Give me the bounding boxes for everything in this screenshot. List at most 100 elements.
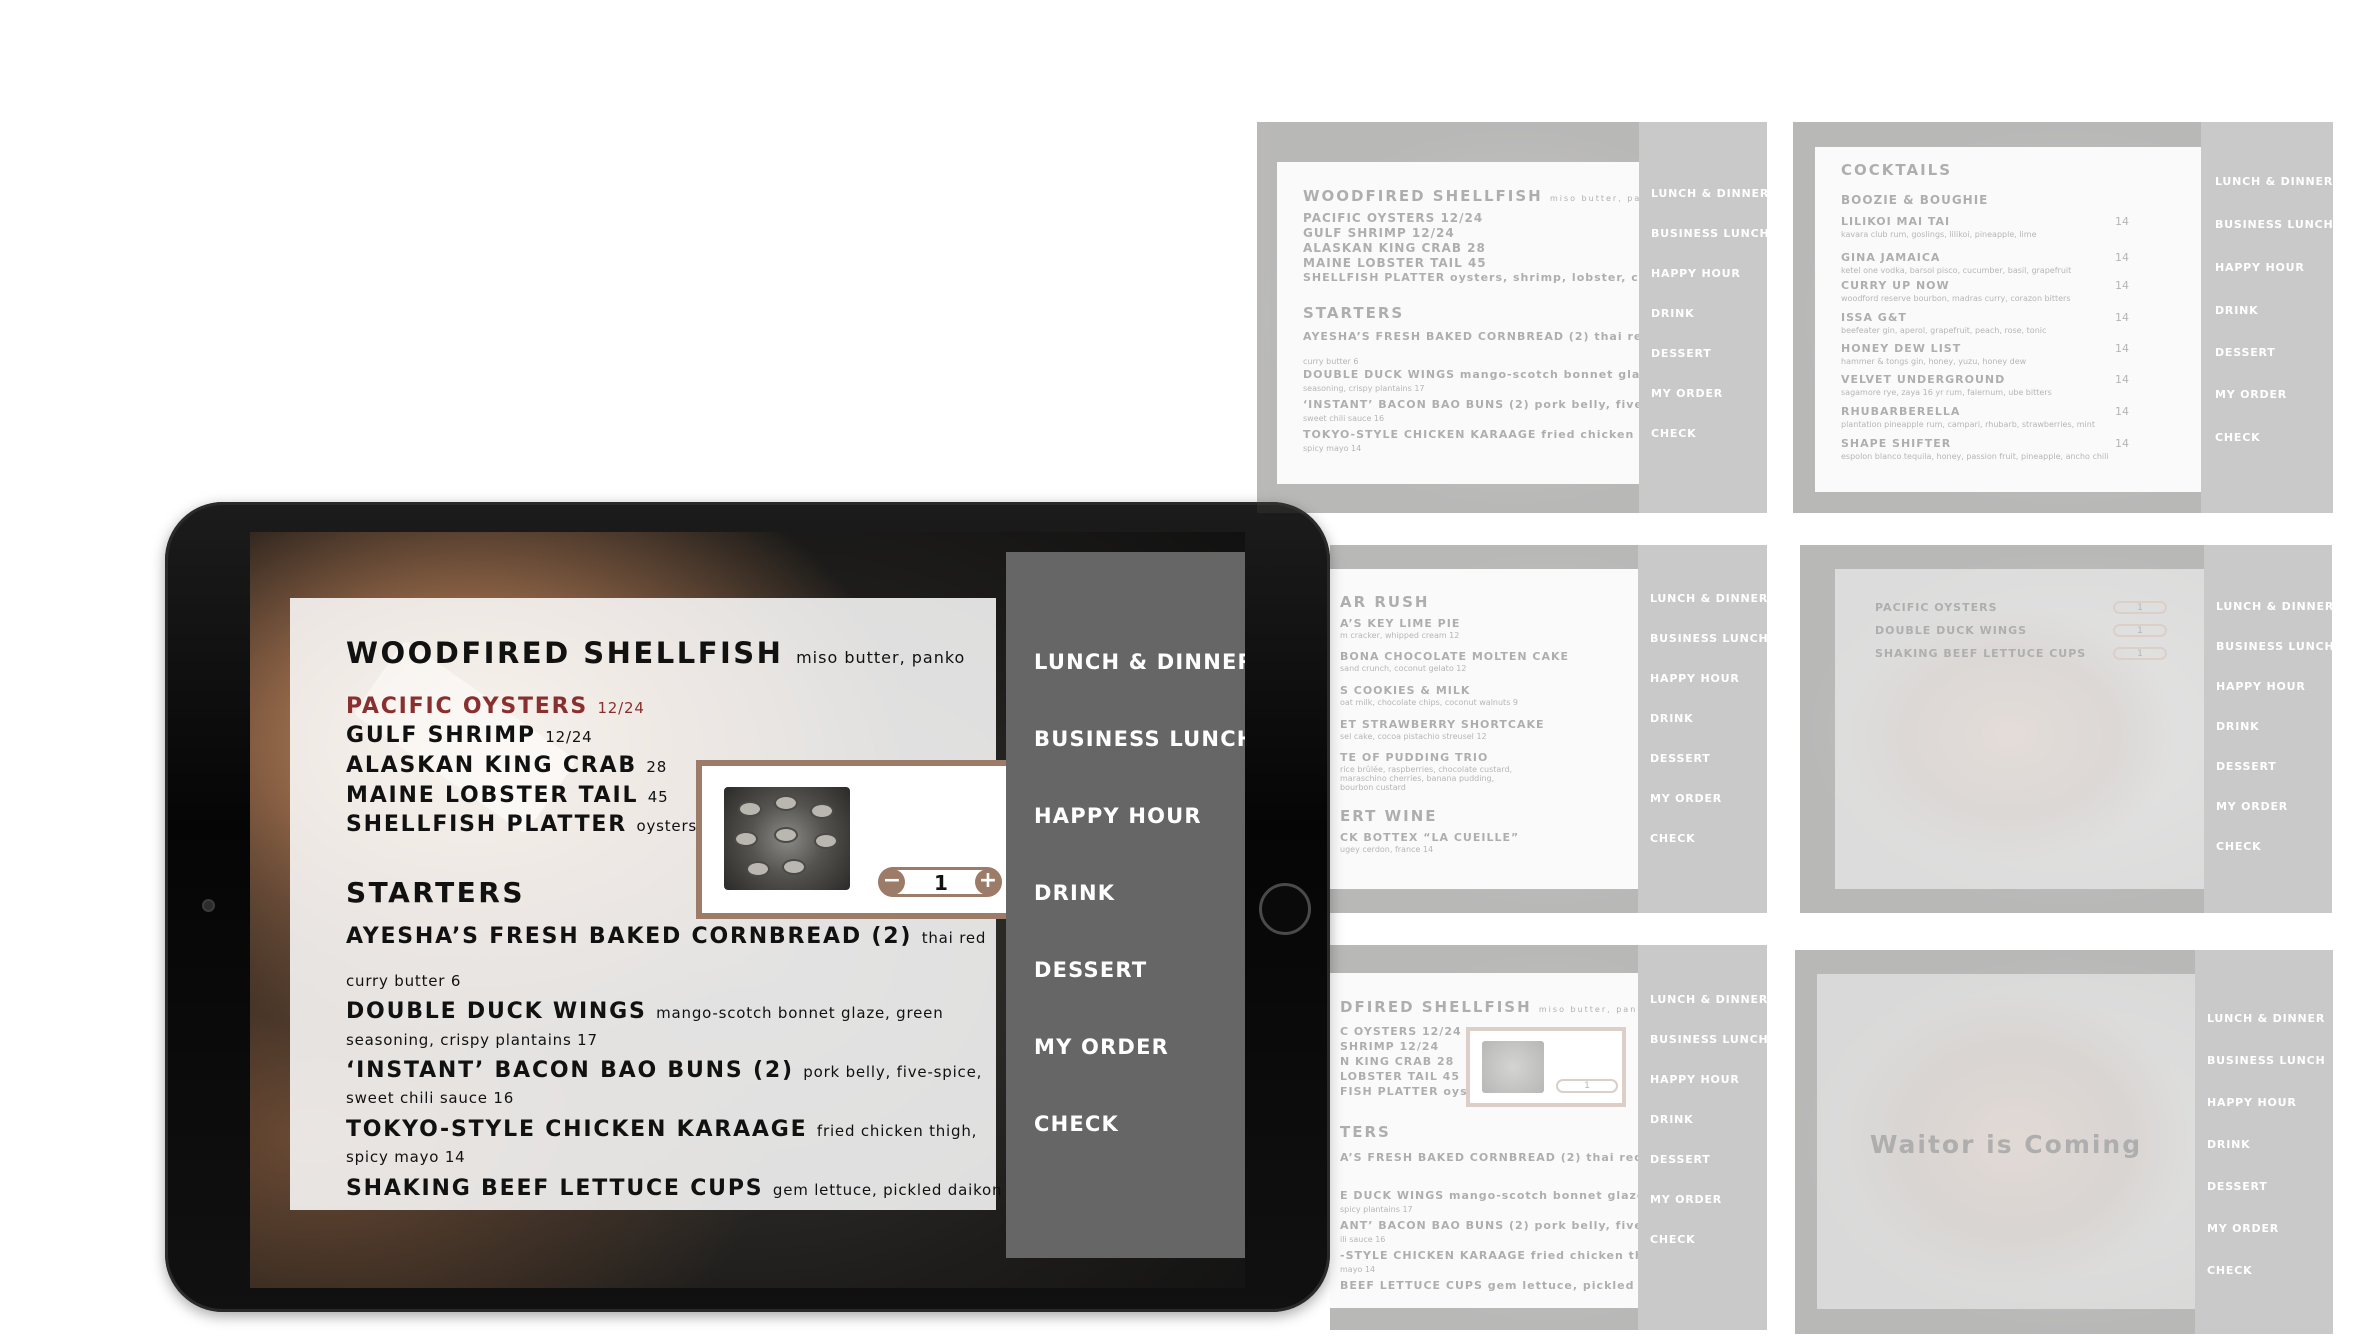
quantity-value: 1 (934, 871, 948, 895)
thumb-item: ‘INSTANT’ BACON BAO BUNS (2) pork belly,… (1303, 398, 1691, 411)
thumb-nav-item: BUSINESS LUNCH (1651, 227, 1767, 240)
thumb-item: CURRY UP NOW (1841, 279, 1950, 292)
menu-item-king-crab[interactable]: ALASKAN KING CRAB 28 (346, 753, 667, 778)
menu-item-gulf-shrimp[interactable]: GULF SHRIMP 12/24 (346, 723, 593, 748)
thumb-desc: seasoning, crispy plantains 17 (1303, 384, 1425, 393)
front-camera (202, 899, 215, 912)
nav-check[interactable]: CHECK (1034, 1112, 1119, 1136)
thumb-item: -STYLE CHICKEN KARAAGE fried chicken thi… (1340, 1249, 1672, 1262)
thumb-order-item: SHAKING BEEF LETTUCE CUPS (1875, 647, 2087, 660)
thumb-order-item: PACIFIC OYSTERS (1875, 601, 1998, 614)
thumb-nav-item: CHECK (2215, 431, 2261, 444)
menu-item-desc: curry butter 6 (346, 972, 462, 990)
nav-my-order[interactable]: MY ORDER (1034, 1035, 1169, 1059)
section-title-starters: STARTERS (346, 876, 526, 909)
thumb-nav-item: DRINK (1650, 712, 1694, 725)
thumb-desc: rice brûlée, raspberries, chocolate cust… (1340, 765, 1513, 792)
thumb-panel: AR RUSH A’S KEY LIME PIE m cracker, whip… (1330, 569, 1638, 889)
menu-item-desc: sweet chili sauce 16 (346, 1089, 515, 1107)
nav-dessert[interactable]: DESSERT (1034, 958, 1147, 982)
thumb-price: 14 (2115, 251, 2129, 264)
thumb-item: GULF SHRIMP 12/24 (1303, 226, 1455, 240)
thumb-desc: sel cake, cocoa pistachio streusel 12 (1340, 732, 1487, 741)
thumb-nav-item: HAPPY HOUR (1650, 1073, 1740, 1086)
menu-item-cornbread[interactable]: AYESHA’S FRESH BAKED CORNBREAD (2) thai … (346, 924, 986, 949)
category-nav: LUNCH & DINNER BUSINESS LUNCH HAPPY HOUR… (1006, 552, 1245, 1258)
menu-item-bao-buns[interactable]: ‘INSTANT’ BACON BAO BUNS (2) pork belly,… (346, 1058, 982, 1083)
thumb-oyster-image (1482, 1041, 1544, 1093)
thumb-nav-item: MY ORDER (2216, 800, 2289, 813)
oyster-platter-image (724, 787, 850, 890)
thumb-nav-item: CHECK (2207, 1264, 2253, 1277)
thumb-item: MAINE LOBSTER TAIL 45 (1303, 256, 1487, 270)
thumb-item: A’S FRESH BAKED CORNBREAD (2) thai red (1340, 1151, 1644, 1164)
thumb-item: FISH PLATTER oys (1340, 1085, 1468, 1098)
thumb-stepper: 1 (2113, 601, 2167, 614)
thumb-item: HONEY DEW LIST (1841, 342, 1962, 355)
thumb-nav: LUNCH & DINNER BUSINESS LUNCH HAPPY HOUR… (2204, 545, 2332, 913)
thumb-nav-item: DRINK (1651, 307, 1695, 320)
thumb-item: GINA JAMAICA (1841, 251, 1941, 264)
section-title-shellfish: WOODFIRED SHELLFISH miso butter, panko (346, 636, 966, 670)
home-button[interactable] (1259, 883, 1311, 935)
thumb-item: ISSA G&T (1841, 311, 1907, 324)
menu-item-karaage[interactable]: TOKYO-STYLE CHICKEN KARAAGE fried chicke… (346, 1117, 977, 1142)
thumb-item: N KING CRAB 28 (1340, 1055, 1455, 1068)
thumb-desc: spicy plantains 17 (1340, 1205, 1413, 1214)
thumb-panel: WOODFIRED SHELLFISH miso butter, panko P… (1277, 162, 1706, 484)
thumb-nav-item: HAPPY HOUR (1650, 672, 1740, 685)
thumb-nav-item: MY ORDER (2215, 388, 2288, 401)
thumb-item: CK BOTTEX “LA CUEILLE” (1340, 831, 1520, 844)
thumb-nav-item: DRINK (2207, 1138, 2251, 1151)
menu-item-pacific-oysters[interactable]: PACIFIC OYSTERS 12/24 (346, 694, 645, 719)
quantity-stepper: − 1 + (878, 867, 1002, 897)
thumb-nav-item: CHECK (2216, 840, 2262, 853)
thumb-desc: sagamore rye, zaya 16 yr rum, falernum, … (1841, 388, 2052, 397)
thumb-desc: m cracker, whipped cream 12 (1340, 631, 1460, 640)
thumb-desc: sand crunch, coconut gelato 12 (1340, 664, 1467, 673)
thumb-item: ET STRAWBERRY SHORTCAKE (1340, 718, 1545, 731)
thumb-item: SHRIMP 12/24 (1340, 1040, 1440, 1053)
thumb-desc: oat milk, chocolate chips, coconut walnu… (1340, 698, 1518, 707)
thumb-desc: woodford reserve bourbon, madras curry, … (1841, 294, 2071, 303)
thumb-item: BEEF LETTUCE CUPS gem lettuce, pickled d… (1340, 1279, 1687, 1292)
plus-button[interactable]: + (975, 869, 1001, 895)
thumb-desc: mayo 14 (1340, 1265, 1376, 1274)
thumb-nav: LUNCH & DINNER BUSINESS LUNCH HAPPY HOUR… (2195, 950, 2333, 1334)
thumb-nav-item: LUNCH & DINNER (1651, 187, 1767, 200)
menu-item-lobster-tail[interactable]: MAINE LOBSTER TAIL 45 (346, 783, 668, 808)
menu-item-duck-wings[interactable]: DOUBLE DUCK WINGS mango-scotch bonnet gl… (346, 999, 944, 1024)
nav-business-lunch[interactable]: BUSINESS LUNCH (1034, 727, 1245, 751)
thumb-nav-item: BUSINESS LUNCH (1650, 1033, 1767, 1046)
menu-item-lettuce-cups[interactable]: SHAKING BEEF LETTUCE CUPS gem lettuce, p… (346, 1176, 1002, 1201)
nav-drink[interactable]: DRINK (1034, 881, 1115, 905)
thumb-nav-item: HAPPY HOUR (2216, 680, 2306, 693)
thumb-nav-item: BUSINESS LUNCH (2215, 218, 2333, 231)
thumb-item: A’S KEY LIME PIE (1340, 617, 1461, 630)
thumb-desc: hammer & tongs gin, honey, yuzu, honey d… (1841, 357, 2027, 366)
thumb-title: COCKTAILS (1841, 161, 1953, 179)
thumb-nav-item: LUNCH & DINNER (2215, 175, 2333, 188)
thumb-price: 14 (2115, 437, 2129, 450)
nav-lunch-dinner[interactable]: LUNCH & DINNER (1034, 650, 1245, 674)
thumb-nav-item: BUSINESS LUNCH (2207, 1054, 2326, 1067)
thumb-nav-item: HAPPY HOUR (2215, 261, 2305, 274)
thumb-title: DFIRED SHELLFISH miso butter, panko (1340, 998, 1651, 1016)
thumb-nav: LUNCH & DINNER BUSINESS LUNCH HAPPY HOUR… (2201, 122, 2333, 513)
nav-happy-hour[interactable]: HAPPY HOUR (1034, 804, 1202, 828)
thumb-nav-item: MY ORDER (1651, 387, 1724, 400)
thumbnail-dessert: AR RUSH A’S KEY LIME PIE m cracker, whip… (1330, 545, 1767, 913)
menu-item-desc: seasoning, crispy plantains 17 (346, 1031, 598, 1049)
thumb-nav: LUNCH & DINNER BUSINESS LUNCH HAPPY HOUR… (1638, 945, 1767, 1330)
thumb-desc: spicy mayo 14 (1303, 444, 1362, 453)
thumb-price: 14 (2115, 342, 2129, 355)
menu-panel: WOODFIRED SHELLFISH miso butter, panko P… (290, 598, 1014, 1210)
thumb-nav-item: DRINK (1650, 1113, 1694, 1126)
thumb-item: RHUBARBERELLA (1841, 405, 1961, 418)
thumb-item: LILIKOI MAI TAI (1841, 215, 1951, 228)
thumb-nav: LUNCH & DINNER BUSINESS LUNCH HAPPY HOUR… (1639, 122, 1767, 513)
thumbnail-check: Waitor is Coming LUNCH & DINNER BUSINESS… (1795, 950, 2333, 1334)
minus-button[interactable]: − (879, 869, 905, 895)
thumb-nav-item: CHECK (1651, 427, 1697, 440)
thumb-order-item: DOUBLE DUCK WINGS (1875, 624, 2028, 637)
